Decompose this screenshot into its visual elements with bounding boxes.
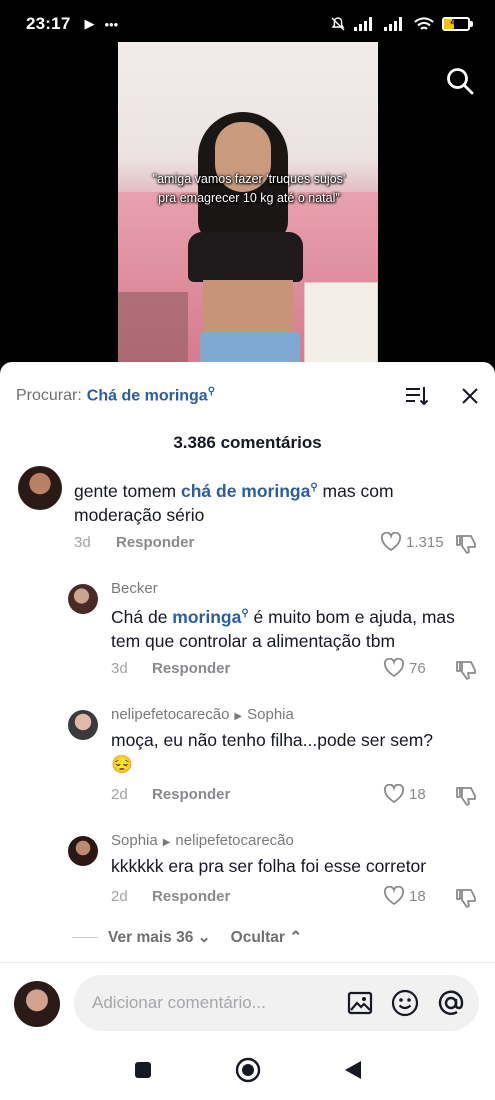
reply-arrow-icon: ▶ xyxy=(162,837,171,848)
replies-controls: Ver mais 36 ⌄ Ocultar ⌃ xyxy=(72,928,302,947)
avatar[interactable] xyxy=(68,710,98,740)
like-button[interactable]: 18 xyxy=(383,886,426,906)
reply-to-username[interactable]: nelipefetocarecão xyxy=(175,832,293,849)
username[interactable]: nelipefetocarecão xyxy=(111,706,229,723)
user-avatar[interactable] xyxy=(14,981,60,1027)
divider xyxy=(72,937,98,938)
dislike-icon[interactable] xyxy=(456,785,478,807)
video-thumbnail[interactable]: "amiga vamos fazer 'truques sujos' pra e… xyxy=(118,42,378,372)
view-more-replies-button[interactable]: Ver mais 36 ⌄ xyxy=(108,928,211,947)
like-count: 18 xyxy=(409,785,426,803)
search-term-link[interactable]: moringa⚲ xyxy=(172,607,248,627)
like-button[interactable]: 1.315 xyxy=(380,532,444,552)
signal-icon-2 xyxy=(384,17,402,31)
comment-input-bar: Adicionar comentário... xyxy=(0,962,495,1042)
comment-count: 3.386 comentários xyxy=(173,433,322,452)
search-small-icon: ⚲ xyxy=(207,386,216,398)
like-count: 76 xyxy=(409,659,426,677)
status-bar: 23:17 ▶ ••• 42 xyxy=(0,0,495,48)
emoji-icon[interactable] xyxy=(391,989,419,1017)
close-icon[interactable] xyxy=(461,387,479,405)
reply-to-username[interactable]: Sophia xyxy=(247,706,294,723)
dislike-icon[interactable] xyxy=(456,659,478,681)
heart-icon xyxy=(380,532,402,552)
sheet-header: Procurar: Chá de moringa⚲ xyxy=(16,384,479,408)
avatar[interactable] xyxy=(68,584,98,614)
comment-input[interactable]: Adicionar comentário... xyxy=(74,975,479,1031)
video-caption: "amiga vamos fazer 'truques sujos' pra e… xyxy=(152,172,346,205)
avatar[interactable] xyxy=(68,836,98,866)
heart-icon xyxy=(383,658,405,678)
wifi-icon xyxy=(414,16,434,30)
comment-age: 2d xyxy=(111,786,128,803)
like-count: 18 xyxy=(409,887,426,905)
reply-arrow-icon: ▶ xyxy=(234,711,243,722)
back-icon[interactable] xyxy=(343,1059,363,1081)
sort-icon[interactable] xyxy=(405,385,429,407)
comment-username[interactable]: Becker xyxy=(111,580,158,597)
avatar[interactable] xyxy=(18,466,62,510)
comment-username: nelipefetocarecão ▶ Sophia xyxy=(111,706,294,723)
status-time: 23:17 xyxy=(26,14,71,33)
comment-text: gente tomem chá de moringa⚲ mas com mode… xyxy=(74,480,394,525)
recents-icon[interactable] xyxy=(133,1060,153,1080)
heart-icon xyxy=(383,886,405,906)
comment-text: moça, eu não tenho filha...pode ser sem?… xyxy=(111,730,434,774)
comment-age: 3d xyxy=(74,534,91,551)
like-button[interactable]: 76 xyxy=(383,658,426,678)
heart-icon xyxy=(383,784,405,804)
search-term-link[interactable]: Chá de moringa⚲ xyxy=(87,386,215,405)
username[interactable]: Sophia xyxy=(111,832,158,849)
comment-username: Sophia ▶ nelipefetocarecão xyxy=(111,832,294,849)
like-count: 1.315 xyxy=(406,533,444,551)
comment-input-placeholder: Adicionar comentário... xyxy=(92,993,266,1012)
reply-button[interactable]: Responder xyxy=(152,660,230,677)
chevron-up-icon: ⌃ xyxy=(289,929,303,946)
comment-age: 2d xyxy=(111,888,128,905)
dislike-icon[interactable] xyxy=(456,887,478,909)
comment-item: Sophia ▶ nelipefetocarecão kkkkkk era pra … xyxy=(0,828,495,918)
android-navigation-bar xyxy=(0,1050,495,1090)
battery-icon: 42 xyxy=(442,17,473,31)
search-prefix: Procurar: xyxy=(16,387,82,404)
like-button[interactable]: 18 xyxy=(383,784,426,804)
chevron-down-icon: ⌄ xyxy=(197,929,211,946)
comment-age: 3d xyxy=(111,660,128,677)
mute-bell-icon xyxy=(331,17,345,31)
play-icon: ▶ xyxy=(84,16,95,31)
search-icon[interactable] xyxy=(445,66,475,96)
comments-sheet: Procurar: Chá de moringa⚲ 3.386 comentár… xyxy=(0,362,495,1100)
reply-button[interactable]: Responder xyxy=(152,888,230,905)
comment-item: Becker Chá de moringa⚲ é muito bom e aju… xyxy=(0,576,495,686)
comment-item: nelipefetocarecão ▶ Sophia moça, eu não te… xyxy=(0,702,495,812)
dislike-icon[interactable] xyxy=(456,533,478,555)
search-term-link[interactable]: chá de moringa⚲ xyxy=(181,481,318,501)
hide-replies-button[interactable]: Ocultar ⌃ xyxy=(231,928,303,947)
more-dots-icon: ••• xyxy=(104,16,119,32)
image-icon[interactable] xyxy=(347,990,373,1016)
signal-icon xyxy=(354,17,372,31)
mention-icon[interactable] xyxy=(437,989,465,1017)
reply-button[interactable]: Responder xyxy=(152,786,230,803)
comment-text: kkkkkk era pra ser folha foi esse corret… xyxy=(111,856,427,876)
reply-button[interactable]: Responder xyxy=(116,534,194,551)
comment-item: gente tomem chá de moringa⚲ mas com mode… xyxy=(0,460,495,564)
comment-text: Chá de moringa⚲ é muito bom e ajuda, mas… xyxy=(111,606,455,651)
battery-level: 42 xyxy=(450,17,462,28)
emoji: 😔 xyxy=(111,754,133,774)
home-icon[interactable] xyxy=(235,1057,261,1083)
